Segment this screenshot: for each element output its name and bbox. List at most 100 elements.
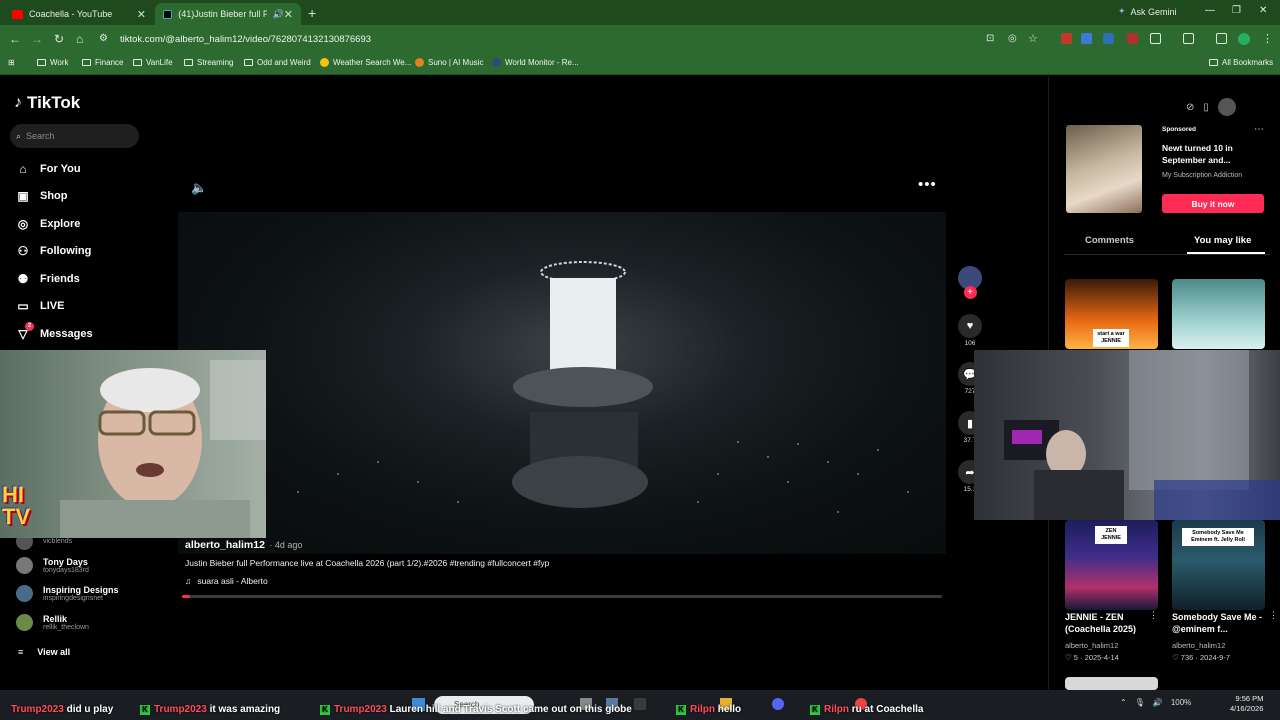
- account-handle: vicblends: [43, 538, 73, 545]
- more-options-icon[interactable]: ⋮: [1149, 610, 1158, 621]
- url-input[interactable]: tiktok.com/@alberto_halim12/video/762807…: [104, 28, 984, 50]
- bookmark-vanlife[interactable]: VanLife: [133, 58, 173, 67]
- tab-comments[interactable]: Comments: [1085, 235, 1134, 246]
- tiktok-logo[interactable]: ♪ TikTok: [14, 93, 80, 113]
- browser-tab-bar: Coachella - YouTube ✕ (41)Justin Bieber …: [0, 0, 1280, 25]
- view-all-link[interactable]: ≡ View all: [18, 647, 70, 657]
- following-account[interactable]: Inspiring Designs inspiringdesignsnet: [16, 585, 119, 602]
- sponsored-label: Sponsored: [1162, 126, 1196, 133]
- recommended-user[interactable]: alberto_halim12: [1172, 641, 1225, 650]
- creator-avatar[interactable]: +: [958, 266, 982, 299]
- compass-icon[interactable]: ⊘: [1186, 102, 1194, 113]
- video-player[interactable]: [178, 212, 946, 554]
- downloads-icon[interactable]: [1216, 33, 1227, 44]
- bookmark-weather[interactable]: Weather Search We...: [320, 58, 411, 67]
- recommended-video[interactable]: start a war JENNIE: [1065, 279, 1158, 349]
- search-input[interactable]: ⌕ Search: [10, 124, 139, 148]
- apps-grid-icon[interactable]: ⊞: [8, 58, 15, 67]
- extension-icon[interactable]: [1127, 33, 1138, 44]
- speaker-icon[interactable]: 🔊: [273, 9, 284, 20]
- chat-text: ru at Coachella: [851, 704, 924, 715]
- bookmark-odd-and-weird[interactable]: Odd and Weird: [244, 58, 311, 67]
- video-music[interactable]: ♫ suara asli - Alberto: [185, 576, 268, 586]
- more-options-icon[interactable]: •••: [918, 176, 937, 193]
- sidebar-item-messages[interactable]: ▽ 2 Messages: [16, 322, 93, 341]
- globe-icon: [492, 58, 501, 67]
- recommended-video[interactable]: [1172, 279, 1265, 349]
- menu-icon[interactable]: ⋮: [1262, 32, 1273, 45]
- follow-plus-icon[interactable]: +: [963, 286, 977, 299]
- minimize-button[interactable]: —: [1205, 5, 1215, 16]
- profile-avatar[interactable]: [1238, 33, 1250, 45]
- recommended-video[interactable]: [1065, 677, 1158, 690]
- device-icon[interactable]: ▯: [1203, 102, 1209, 113]
- sidebar-item-friends[interactable]: ⚉ Friends: [16, 272, 80, 286]
- following-account[interactable]: Tony Days tonydays183rd: [16, 557, 89, 574]
- bookmark-finance[interactable]: Finance: [82, 58, 123, 67]
- chat-text: hello: [717, 704, 742, 715]
- recommended-user[interactable]: alberto_halim12: [1065, 641, 1118, 650]
- extensions-puzzle-icon[interactable]: [1150, 33, 1161, 44]
- recommended-title[interactable]: Somebody Save Me - @eminem f...: [1172, 611, 1264, 635]
- maximize-button[interactable]: ❐: [1232, 5, 1241, 16]
- recommended-video[interactable]: ZEN JENNIE: [1065, 520, 1158, 610]
- close-icon[interactable]: ✕: [137, 8, 146, 21]
- tab-youtube[interactable]: Coachella - YouTube ✕: [4, 3, 154, 25]
- volume-icon[interactable]: 🔈: [191, 180, 207, 196]
- sidebar-item-following[interactable]: ⚇ Following: [16, 244, 92, 258]
- translate-icon[interactable]: [1081, 33, 1092, 44]
- bookmark-label: Suno | AI Music: [428, 58, 484, 67]
- bookmark-star-icon[interactable]: ☆: [1028, 32, 1038, 45]
- back-button[interactable]: ←: [9, 32, 21, 46]
- top-right-icons: ⊘ ▯: [1186, 98, 1236, 116]
- chat-user: Rilpn: [690, 704, 715, 715]
- sidebar-item-for-you[interactable]: ⌂ For You: [16, 162, 80, 176]
- recommended-video[interactable]: Somebody Save Me Eminem ft. Jelly Roll: [1172, 520, 1265, 610]
- more-options-icon[interactable]: ⋮: [1269, 610, 1278, 621]
- taskbar-clock[interactable]: 9:56 PM 4/16/2026: [1230, 694, 1263, 714]
- sidebar-item-shop[interactable]: ▣ Shop: [16, 189, 67, 203]
- bookmark-work[interactable]: Work: [37, 58, 69, 67]
- buy-now-button[interactable]: Buy it now: [1162, 194, 1264, 213]
- home-icon[interactable]: ⌂: [76, 32, 83, 46]
- microphone-icon[interactable]: 🎙: [1135, 698, 1145, 707]
- all-bookmarks[interactable]: All Bookmarks: [1209, 58, 1273, 67]
- speaker-icon[interactable]: 🔊: [1153, 698, 1163, 707]
- sidebar-icon[interactable]: [1183, 33, 1194, 44]
- window-close-button[interactable]: ✕: [1259, 5, 1267, 16]
- install-icon[interactable]: ⊡: [986, 33, 994, 44]
- video-description: Justin Bieber full Performance live at C…: [185, 558, 550, 568]
- ad-thumbnail[interactable]: [1066, 125, 1142, 213]
- streamer-webcam: HI TV: [0, 350, 266, 538]
- recommended-title[interactable]: JENNIE - ZEN (Coachella 2025): [1065, 611, 1155, 635]
- url-text: tiktok.com/@alberto_halim12/video/762807…: [120, 33, 372, 45]
- forward-button[interactable]: →: [31, 32, 43, 46]
- extension-icon[interactable]: [1061, 33, 1072, 44]
- eye-off-icon[interactable]: ◎: [1008, 33, 1017, 44]
- taskbar-app-icon[interactable]: [772, 698, 784, 710]
- ad-title[interactable]: Newt turned 10 in September and...: [1162, 142, 1262, 166]
- recommended-meta: ♡ 736 · 2024-9-7: [1172, 653, 1231, 662]
- sidebar-item-explore[interactable]: ◎ Explore: [16, 217, 81, 231]
- ask-gemini-button[interactable]: ✦ Ask Gemini: [1118, 6, 1177, 17]
- following-account[interactable]: Rellik rellik_theclown: [16, 614, 89, 631]
- more-options-icon[interactable]: ⋯: [1254, 124, 1264, 135]
- tab-tiktok[interactable]: (41)Justin Bieber full Perfor 🔊 ✕: [155, 3, 301, 25]
- reload-button[interactable]: ↻: [54, 32, 64, 46]
- bookmark-streaming[interactable]: Streaming: [184, 58, 233, 67]
- avatar[interactable]: [1217, 98, 1236, 116]
- extension-icon[interactable]: [1103, 33, 1114, 44]
- video-username[interactable]: alberto_halim12: [185, 539, 265, 551]
- close-icon[interactable]: ✕: [284, 8, 293, 21]
- video-progress-bar[interactable]: [182, 595, 942, 598]
- sidebar-item-live[interactable]: ▭ LIVE: [16, 299, 64, 313]
- bookmark-world-monitor[interactable]: World Monitor - Re...: [492, 58, 579, 67]
- chevron-up-icon[interactable]: ⌃: [1120, 698, 1127, 707]
- new-tab-button[interactable]: +: [308, 5, 316, 21]
- taskbar-app-icon[interactable]: [634, 698, 646, 710]
- hi-tv-logo: HI TV: [2, 484, 58, 532]
- bookmark-suno[interactable]: Suno | AI Music: [415, 58, 483, 67]
- following-icon: ⚇: [17, 244, 29, 258]
- like-button[interactable]: ♥ 106: [958, 314, 982, 347]
- tab-you-may-like[interactable]: You may like: [1194, 235, 1251, 246]
